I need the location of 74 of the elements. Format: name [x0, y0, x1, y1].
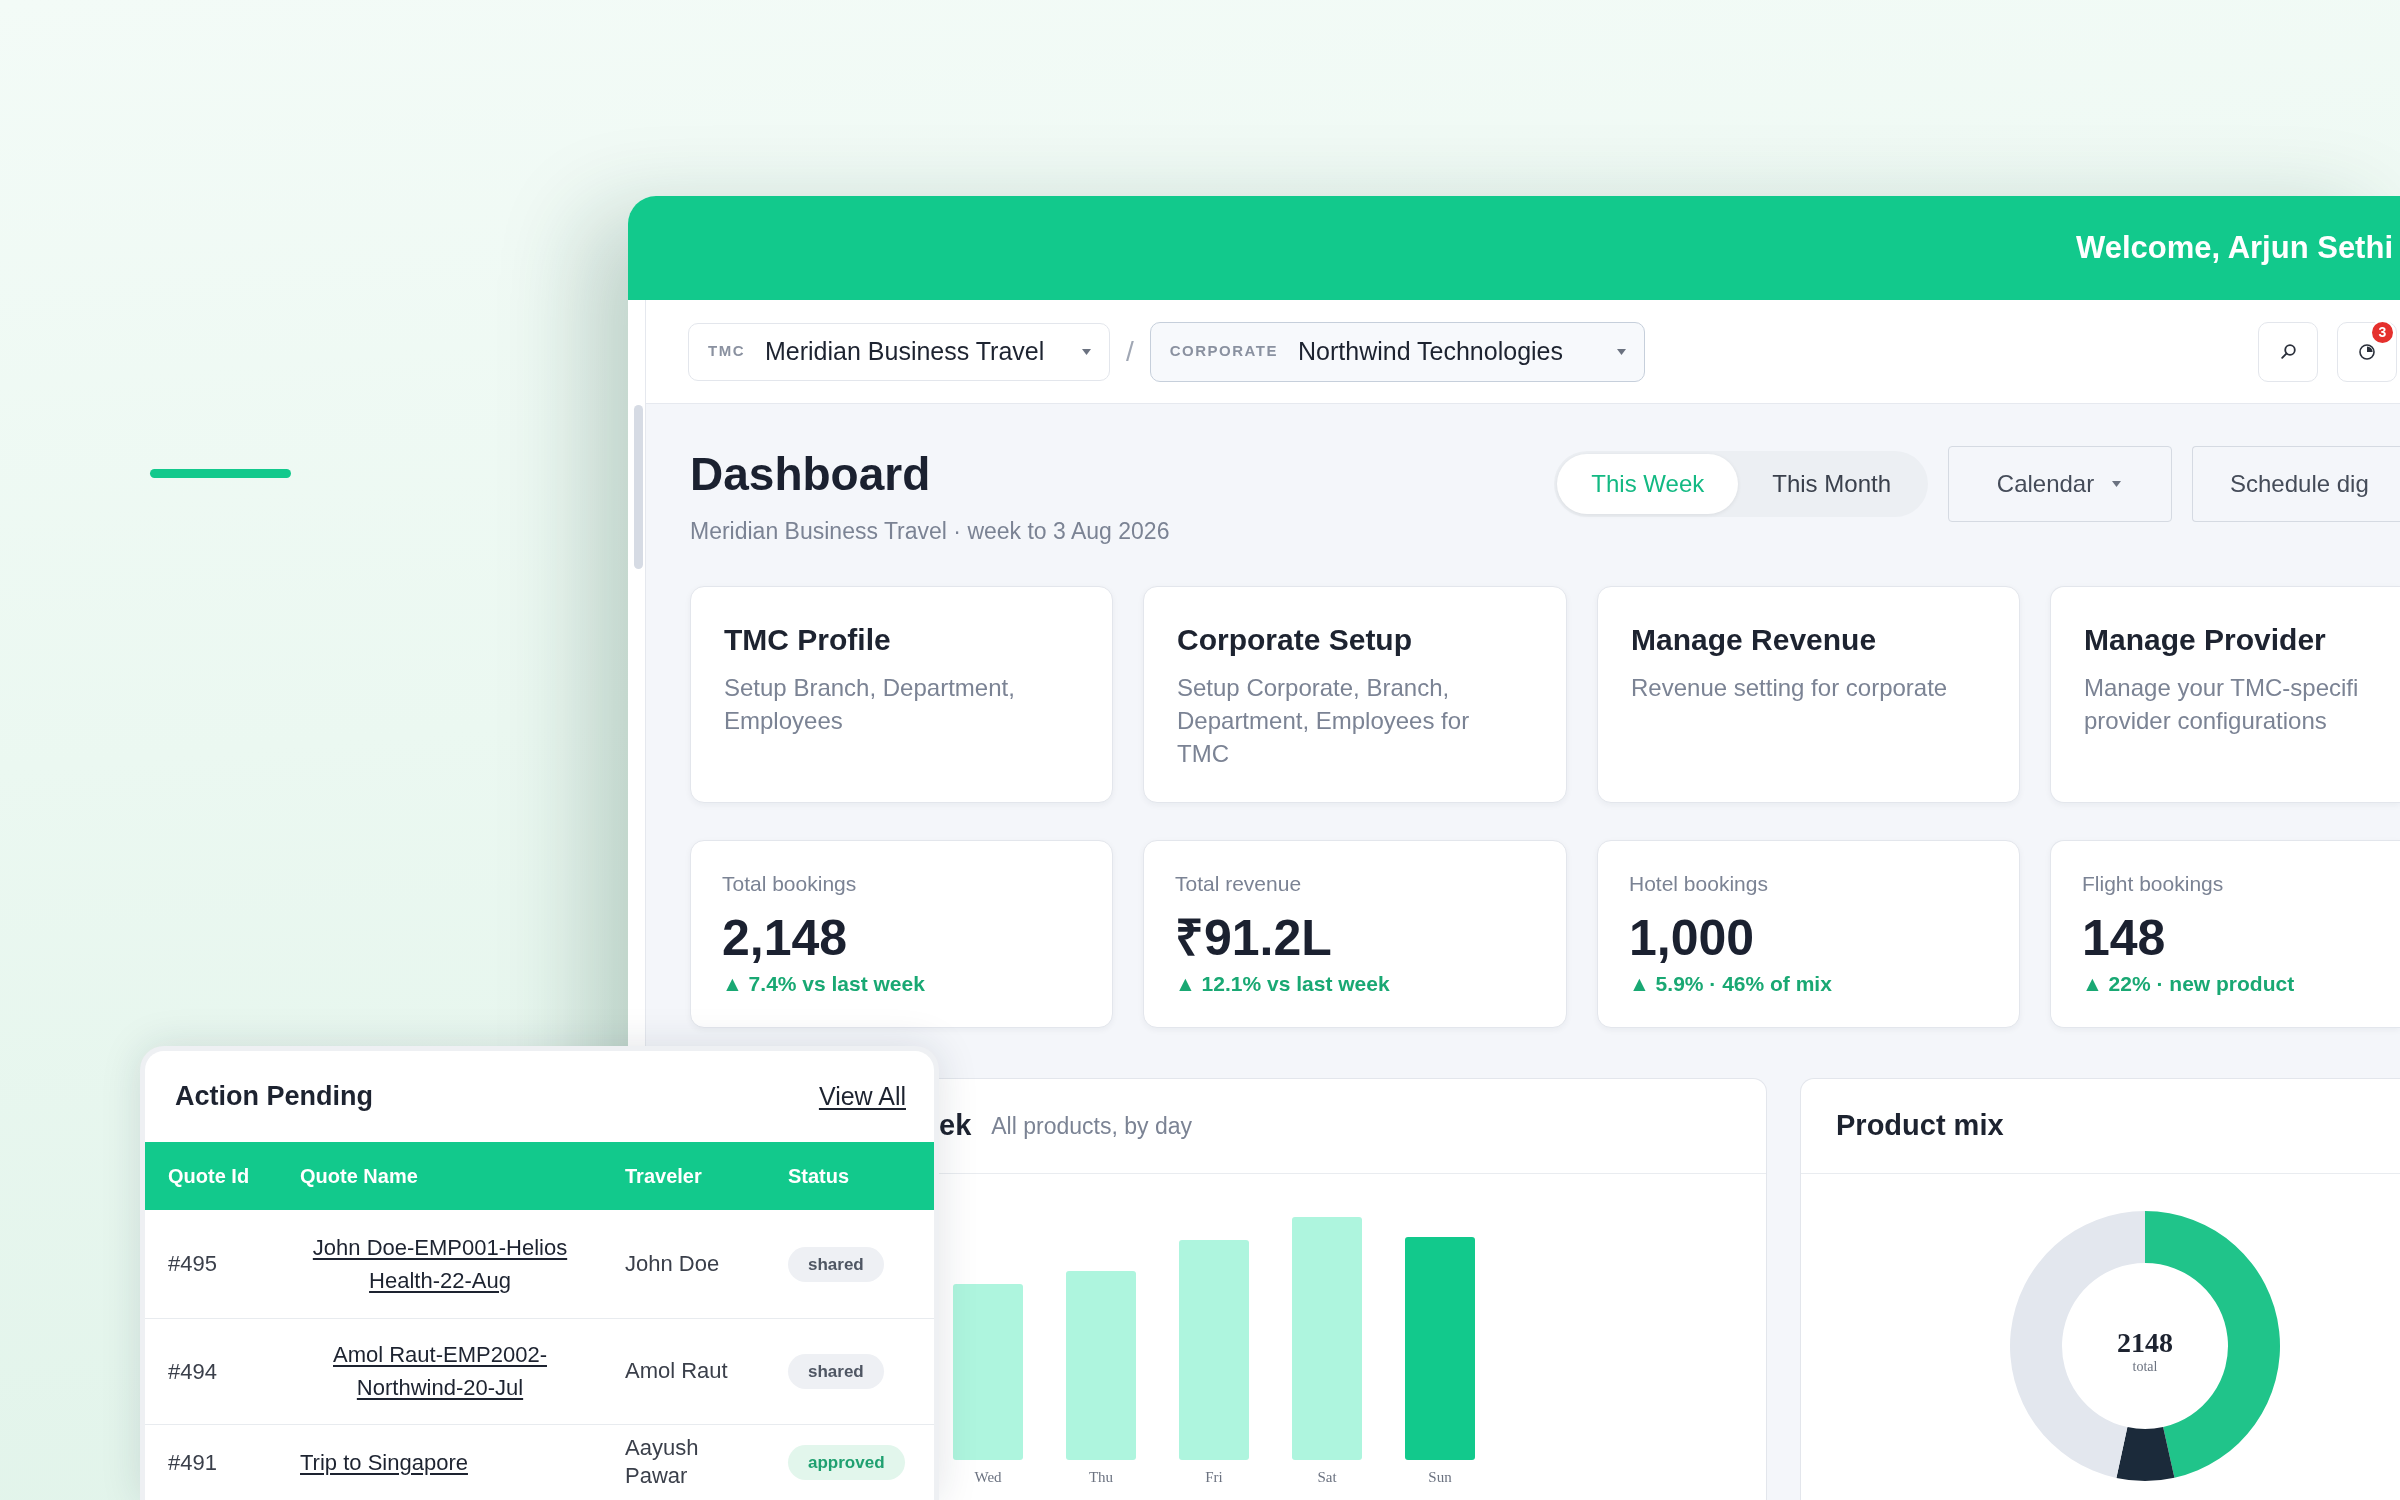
- kpi-label: Flight bookings: [2082, 871, 2225, 897]
- pie-chart-icon: [2359, 343, 2375, 360]
- table-cell: Aayush Pawar: [625, 1424, 788, 1500]
- caret-icon: [1616, 348, 1626, 355]
- scrollbar-thumb[interactable]: [634, 405, 643, 569]
- card-description: Setup Branch, Department, Employees: [724, 673, 1016, 736]
- column-header: Quote Id: [145, 1142, 300, 1210]
- status-badge: approved: [788, 1445, 905, 1480]
- scope-value: Meridian Business Travel: [765, 335, 1045, 367]
- action-card[interactable]: TMC Profile Setup Branch, Department, Employees: [690, 586, 1113, 803]
- card-description: Revenue setting for corporate: [1631, 673, 1949, 703]
- welcome-text: Welcome, Arjun Sethi: [2076, 228, 2393, 267]
- kpi-change: ▲ 12.1% vs last week: [1175, 971, 1391, 997]
- panel-title: Action Pending: [175, 1080, 373, 1114]
- action-card[interactable]: Corporate Setup Setup Corporate, Branch, Department, Employees for TMC: [1143, 586, 1567, 803]
- breadcrumb-separator: /: [1126, 334, 1134, 369]
- icon-button[interactable]: 3: [2337, 321, 2397, 382]
- action-card[interactable]: Manage Revenue Revenue setting for corporate: [1597, 586, 2020, 803]
- chart-title: ek: [939, 1108, 972, 1144]
- action-card[interactable]: Manage Provider Manage your TMC-specifi provider configurations: [2050, 586, 2400, 803]
- donut-total-label: total: [2132, 1359, 2158, 1374]
- day-label: Thu: [1088, 1469, 1114, 1485]
- quote-link[interactable]: Amol Raut-EMP2002-Northwind-20-Jul: [300, 1338, 580, 1404]
- scope-selector[interactable]: TMC Meridian Business Travel: [688, 322, 1110, 381]
- kpi-value: 1,000: [1629, 910, 1756, 966]
- dropdown-button[interactable]: Calendar: [1948, 446, 2172, 522]
- card-title: Corporate Setup: [1177, 622, 1414, 658]
- kpi-label: Total revenue: [1175, 871, 1303, 897]
- view-all-link[interactable]: View All: [818, 1077, 906, 1116]
- kpi-label: Hotel bookings: [1629, 871, 1769, 897]
- card-title: Manage Revenue: [1631, 622, 1878, 658]
- search-button[interactable]: [2258, 321, 2318, 382]
- column-header: Quote Name: [300, 1142, 625, 1210]
- day-label: Wed: [974, 1469, 1002, 1485]
- card-description: Manage your TMC-specifi provider configurations: [2084, 673, 2360, 736]
- status-badge: shared: [788, 1246, 884, 1282]
- schedule-button[interactable]: Schedule dig: [2192, 446, 2400, 522]
- scope-selector[interactable]: CORPORATE Northwind Technologies: [1149, 321, 1645, 382]
- kpi-label: Total bookings: [722, 871, 858, 897]
- kpi-value: ₹91.2L: [1175, 910, 1333, 966]
- page-title: Dashboard: [690, 447, 932, 502]
- caret-icon: [1082, 348, 1091, 355]
- kpi-change: ▲ 22% · new product: [2082, 971, 2296, 997]
- scope-value: Northwind Technologies: [1298, 335, 1563, 367]
- donut-total-value: 2148: [2117, 1327, 2173, 1358]
- table-cell: John Doe: [625, 1210, 788, 1318]
- table-cell: #491: [145, 1424, 300, 1500]
- page-subtitle: Meridian Business Travel · week to 3 Aug 2026: [690, 517, 1170, 546]
- day-label: Sat: [1317, 1469, 1337, 1485]
- kpi-change: ▲ 7.4% vs last week: [722, 971, 926, 997]
- quote-link[interactable]: Trip to Singapore: [300, 1445, 468, 1479]
- status-badge: shared: [788, 1354, 884, 1389]
- table-cell: #495: [145, 1210, 300, 1318]
- kpi-value: 148: [2082, 910, 2167, 966]
- table-cell: #494: [145, 1318, 300, 1424]
- chart-subtitle: All products, by day: [991, 1111, 1192, 1141]
- column-header: Status: [788, 1142, 934, 1210]
- table-cell: Amol Raut: [625, 1318, 788, 1424]
- kpi-change: ▲ 5.9% · 46% of mix: [1629, 971, 1833, 997]
- caret-icon: [2112, 481, 2122, 487]
- card-title: Product mix: [1836, 1108, 2004, 1144]
- day-label: Sun: [1428, 1469, 1452, 1485]
- scope-label: TMC: [708, 341, 745, 362]
- card-description: Setup Corporate, Branch, Department, Employees for TMC: [1177, 673, 1471, 769]
- quote-link[interactable]: John Doe-EMP001-Helios Health-22-Aug: [300, 1230, 580, 1297]
- kpi-value: 2,148: [722, 910, 849, 966]
- scope-label: CORPORATE: [1169, 341, 1278, 362]
- period-tab[interactable]: This Month: [1738, 454, 1925, 514]
- card-title: TMC Profile: [724, 622, 892, 658]
- count-badge: 3: [2370, 319, 2395, 345]
- day-label: Fri: [1205, 1469, 1223, 1485]
- search-icon: [2280, 344, 2296, 359]
- card-title: Manage Provider: [2084, 622, 2327, 658]
- column-header: Traveler: [625, 1142, 788, 1210]
